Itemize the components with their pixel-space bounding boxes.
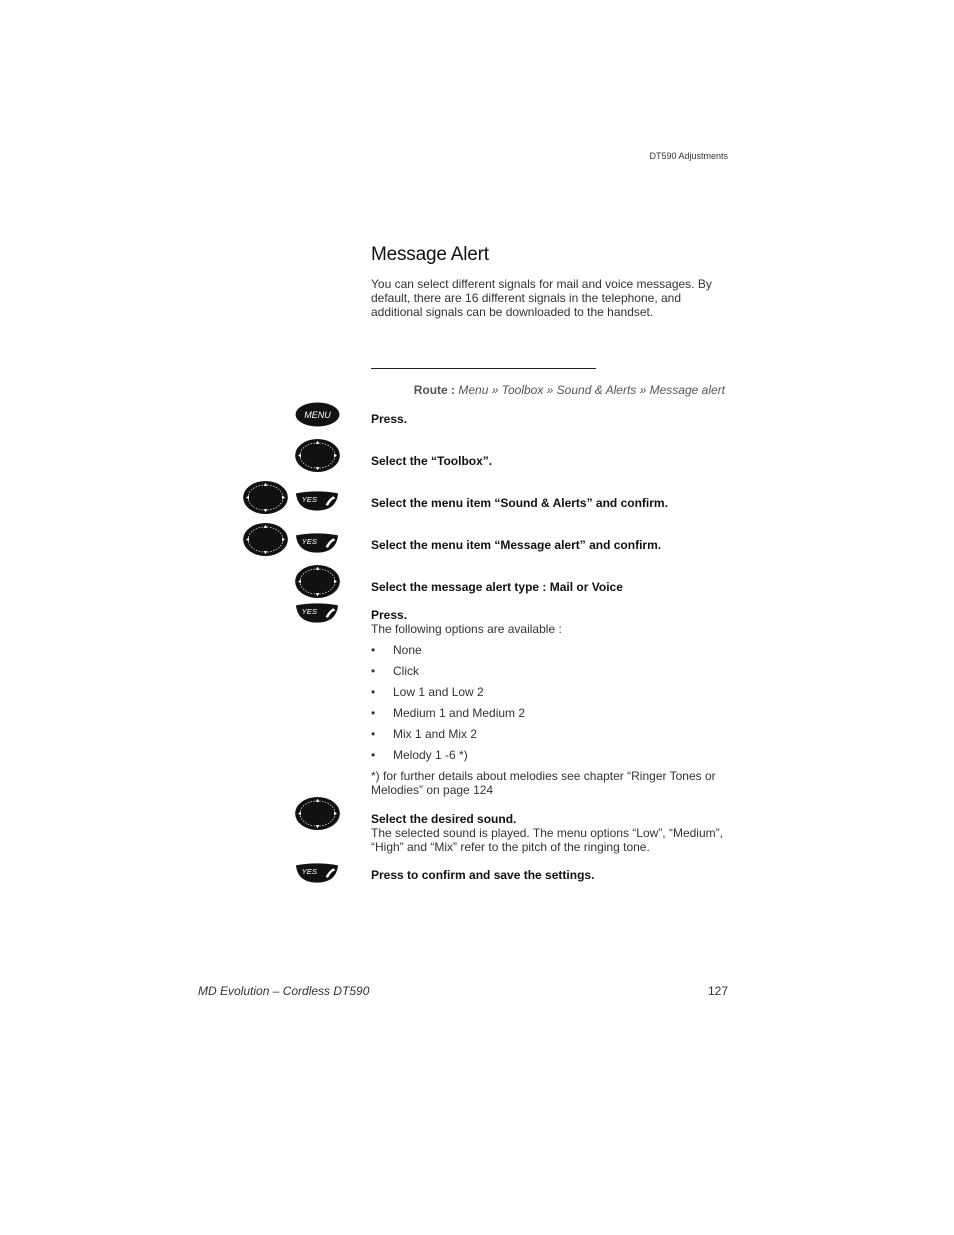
intro-paragraph: You can select different signals for mai… — [371, 277, 712, 319]
yes-key-icon: YES — [294, 490, 340, 512]
page-number: 127 — [707, 984, 728, 998]
step-8: Press to confirm and save the settings. — [371, 868, 731, 882]
list-item: Click — [371, 664, 731, 685]
step-instruction: Press. — [371, 608, 408, 622]
step-detail: The selected sound is played. The menu o… — [371, 826, 723, 854]
step-5: Select the message alert type : Mail or … — [371, 580, 731, 594]
list-item: None — [371, 643, 731, 664]
navigation-key-icon — [294, 564, 341, 599]
navigation-key-icon — [242, 480, 289, 515]
yes-key-label: YES — [302, 537, 318, 546]
page-title: Message Alert — [371, 244, 489, 265]
options-list: None Click Low 1 and Low 2 Medium 1 and … — [371, 643, 731, 769]
step-6: Press. The following options are availab… — [371, 608, 731, 797]
menu-key-label: MENU — [304, 410, 331, 420]
step-instruction: Select the “Toolbox”. — [371, 454, 493, 468]
step-instruction: Press to confirm and save the settings. — [371, 868, 595, 882]
step-1: Press. — [371, 412, 731, 426]
step-7: Select the desired sound. The selected s… — [371, 812, 731, 854]
yes-key-icon: YES — [294, 602, 340, 624]
step-instruction: Select the menu item “Message alert” and… — [371, 538, 662, 552]
yes-key-label: YES — [302, 867, 318, 876]
step-4: Select the menu item “Message alert” and… — [371, 538, 731, 552]
navigation-key-icon — [242, 522, 289, 557]
list-item: Mix 1 and Mix 2 — [371, 727, 731, 748]
step-3: Select the menu item “Sound & Alerts” an… — [371, 496, 731, 510]
footnote: *) for further details about melodies se… — [371, 769, 716, 797]
list-item: Melody 1 -6 *) — [371, 748, 731, 769]
yes-key-icon: YES — [294, 862, 340, 884]
footer-document-title: MD Evolution – Cordless DT590 — [198, 984, 370, 998]
route-label: Route : — [413, 383, 456, 397]
step-detail: The following options are available : — [371, 622, 562, 636]
route-path: Menu » Toolbox » Sound & Alerts » Messag… — [458, 383, 725, 397]
step-instruction: Select the message alert type : Mail or … — [371, 580, 623, 594]
navigation-key-icon — [294, 438, 341, 473]
route-breadcrumb: Route : Menu » Toolbox » Sound & Alerts … — [371, 383, 725, 397]
yes-key-icon: YES — [294, 532, 340, 554]
list-item: Low 1 and Low 2 — [371, 685, 731, 706]
section-divider — [371, 368, 596, 369]
yes-key-label: YES — [302, 495, 318, 504]
step-instruction: Press. — [371, 412, 408, 426]
navigation-key-icon — [294, 796, 341, 831]
step-2: Select the “Toolbox”. — [371, 454, 731, 468]
running-header: DT590 Adjustments — [649, 151, 728, 161]
list-item: Medium 1 and Medium 2 — [371, 706, 731, 727]
step-instruction: Select the menu item “Sound & Alerts” an… — [371, 496, 668, 510]
menu-key-icon: MENU — [295, 402, 340, 427]
step-instruction: Select the desired sound. — [371, 812, 517, 826]
yes-key-label: YES — [302, 607, 318, 616]
